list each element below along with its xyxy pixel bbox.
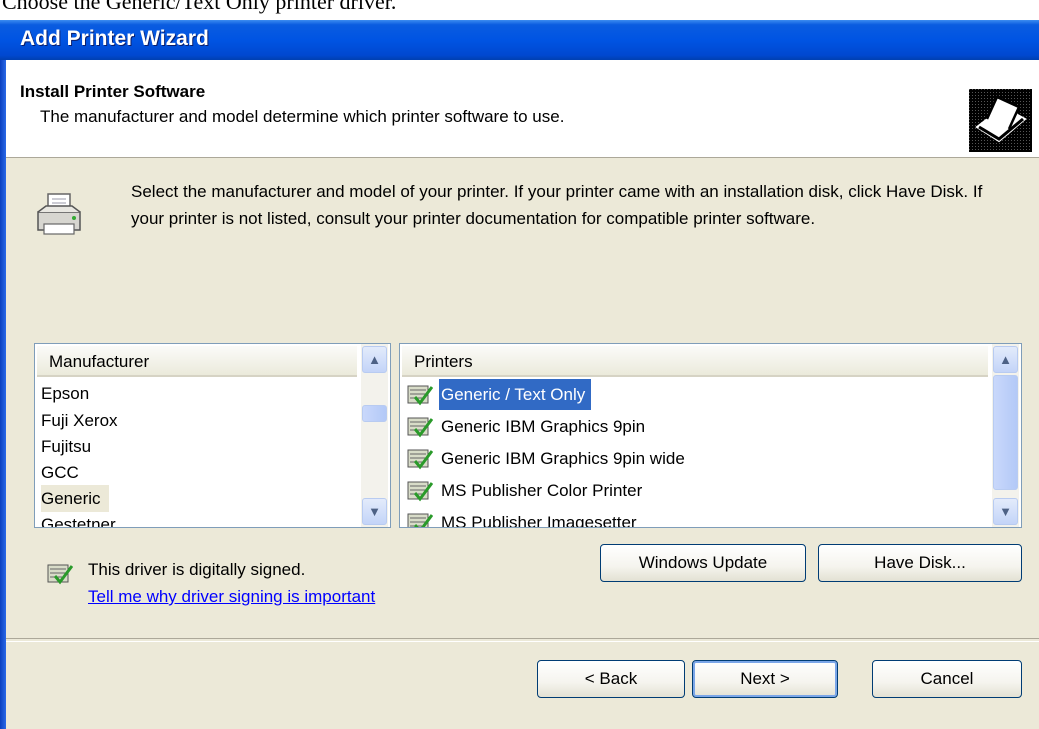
manufacturer-item[interactable]: Epson [41,380,89,407]
manufacturer-item[interactable]: Gestetner [41,511,116,527]
scroll-down-button[interactable]: ▼ [993,498,1018,525]
scroll-up-button[interactable]: ▲ [362,346,387,373]
driver-signing-link[interactable]: Tell me why driver signing is important [88,587,375,607]
printers-column-header[interactable]: Printers [402,346,988,377]
signed-driver-icon [407,447,434,471]
scroll-down-button[interactable]: ▼ [362,498,387,525]
add-printer-wizard-window: Add Printer Wizard Install Printer Softw… [0,20,1039,729]
instructions-text: Select the manufacturer and model of you… [131,182,983,228]
manufacturer-column-header[interactable]: Manufacturer [37,346,357,377]
signed-driver-icon [407,383,434,407]
title-bar[interactable]: Add Printer Wizard [0,20,1039,60]
header-title: Install Printer Software [20,82,206,101]
scroll-thumb[interactable] [993,375,1018,490]
cancel-button[interactable]: Cancel [872,660,1022,698]
chevron-down-icon: ▼ [368,504,381,519]
caption-text: Choose the Generic/Text Only printer dri… [0,0,1039,20]
signed-driver-icon [47,562,74,586]
signed-driver-icon [407,479,434,503]
manufacturer-list[interactable]: Manufacturer Epson Fuji Xerox Fujitsu GC… [34,343,391,528]
printer-icon [34,190,84,240]
scroll-up-button[interactable]: ▲ [993,346,1018,373]
manufacturer-item[interactable]: Fujitsu [41,433,91,460]
printers-list[interactable]: Printers Generic / Text Only Generic IBM… [399,343,1022,528]
manufacturer-scrollbar[interactable]: ▲ ▼ [361,344,388,527]
back-button[interactable]: < Back [537,660,685,698]
printer-wizard-icon [969,89,1032,152]
window-title: Add Printer Wizard [20,27,209,50]
scroll-thumb[interactable] [362,405,387,422]
wizard-header: Install Printer Software The manufacture… [6,60,1039,158]
next-button[interactable]: Next > [692,660,838,698]
header-subtitle: The manufacturer and model determine whi… [40,107,565,126]
chevron-up-icon: ▲ [368,352,381,367]
chevron-up-icon: ▲ [999,352,1012,367]
manufacturer-item-selected[interactable]: Generic [41,485,109,512]
footer-divider [6,638,1039,642]
manufacturer-item[interactable]: GCC [41,459,79,486]
windows-update-button[interactable]: Windows Update [600,544,806,582]
chevron-down-icon: ▼ [999,504,1012,519]
window-border [0,60,6,729]
have-disk-button[interactable]: Have Disk... [818,544,1022,582]
manufacturer-item[interactable]: Fuji Xerox [41,407,118,434]
driver-signed-status: This driver is digitally signed. [88,560,306,579]
printers-scrollbar[interactable]: ▲ ▼ [992,344,1019,527]
signed-driver-icon [407,415,434,439]
signed-driver-icon [407,511,434,527]
